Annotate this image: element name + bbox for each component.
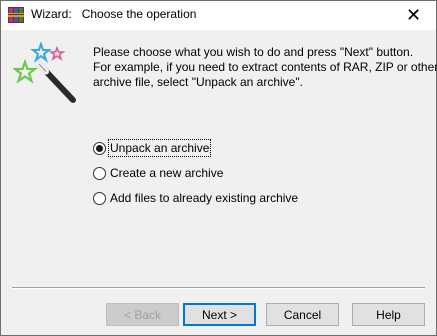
- radio-selected-icon[interactable]: [93, 141, 106, 155]
- wizard-window: Wizard: Choose the operation ✕ Please ch…: [0, 0, 437, 336]
- radio-unselected-icon[interactable]: [93, 166, 106, 180]
- instruction-line-3: archive file, select "Unpack an archive"…: [93, 75, 303, 89]
- instruction-line-2: For example, if you need to extract cont…: [93, 60, 437, 74]
- option-label-unpack[interactable]: Unpack an archive: [107, 139, 212, 157]
- option-create-archive[interactable]: Create a new archive: [93, 164, 224, 182]
- next-button[interactable]: Next >: [183, 303, 256, 326]
- wizard-content: Please choose what you wish to do and pr…: [1, 30, 437, 335]
- instruction-line-1: Please choose what you wish to do and pr…: [93, 45, 414, 59]
- option-label-create[interactable]: Create a new archive: [109, 165, 224, 181]
- title-bar[interactable]: Wizard: Choose the operation ✕: [1, 1, 436, 30]
- close-button[interactable]: ✕: [391, 1, 436, 30]
- help-button[interactable]: Help: [352, 303, 425, 326]
- winrar-icon: [8, 7, 24, 23]
- title-prefix: Wizard:: [31, 7, 72, 21]
- cancel-button[interactable]: Cancel: [266, 303, 339, 326]
- magic-wand-icon: [13, 42, 76, 103]
- button-separator: [12, 287, 425, 289]
- back-button[interactable]: < Back: [106, 303, 179, 326]
- option-add-files[interactable]: Add files to already existing archive: [93, 189, 299, 207]
- option-unpack-archive[interactable]: Unpack an archive: [93, 139, 212, 157]
- title-label: Choose the operation: [81, 7, 197, 21]
- window-title: Wizard: Choose the operation: [31, 7, 196, 21]
- instructions-text: Please choose what you wish to do and pr…: [93, 45, 437, 90]
- radio-dot: [96, 144, 103, 152]
- option-label-add[interactable]: Add files to already existing archive: [109, 190, 299, 206]
- close-icon: ✕: [405, 5, 422, 25]
- radio-unselected-icon[interactable]: [93, 191, 106, 205]
